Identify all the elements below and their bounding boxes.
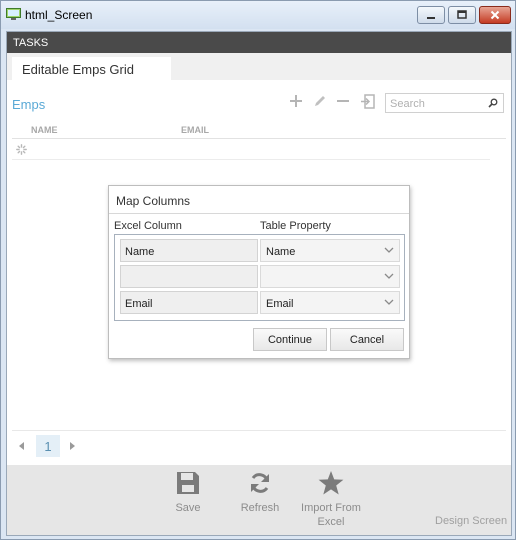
table-property-select[interactable]: Email [260, 291, 400, 314]
list-title: Emps [12, 97, 46, 112]
import-label-line1: Import From [301, 502, 361, 514]
excel-column-header: Excel Column [114, 220, 182, 232]
maximize-button[interactable] [448, 6, 476, 24]
column-header-name[interactable]: NAME [31, 125, 58, 135]
excel-column-cell: Email [120, 291, 258, 314]
next-page-icon[interactable] [69, 441, 76, 451]
tasks-label: TASKS [13, 37, 49, 49]
window-title: html_Screen [25, 8, 93, 22]
search-input[interactable] [390, 96, 480, 111]
excel-column-cell: Name [120, 239, 258, 262]
maximize-icon [457, 10, 467, 19]
app-icon [6, 8, 21, 20]
excel-column-cell [120, 265, 258, 288]
table-property-value: Email [266, 298, 294, 310]
design-screen-link[interactable]: Design Screen [435, 515, 507, 527]
cancel-button[interactable]: Cancel [330, 328, 404, 351]
save-label: Save [175, 502, 201, 514]
save-icon [177, 472, 199, 494]
import-label-line2: Excel [317, 516, 345, 528]
grid-header: NAME EMAIL [12, 125, 506, 139]
page-number-current[interactable]: 1 [36, 435, 60, 457]
tasks-bar[interactable]: TASKS [7, 32, 511, 53]
loading-row [12, 140, 490, 160]
table-property-value: Name [266, 246, 296, 258]
search-icon[interactable] [488, 98, 498, 108]
dialog-title: Map Columns [109, 186, 409, 214]
refresh-label: Refresh [240, 502, 280, 514]
pager: 1 [12, 430, 506, 462]
refresh-button[interactable]: Refresh [237, 471, 283, 514]
minimize-button[interactable] [417, 6, 445, 24]
chevron-down-icon [384, 299, 394, 305]
close-icon [490, 10, 500, 20]
page-number-label: 1 [44, 439, 52, 454]
search-box[interactable] [385, 93, 504, 113]
column-mapping-table: Name Name Email Email [114, 234, 405, 321]
edit-icon[interactable] [313, 94, 327, 108]
previous-page-icon[interactable] [18, 441, 25, 451]
table-property-header: Table Property [260, 220, 331, 232]
table-property-select[interactable] [260, 265, 400, 288]
minimize-icon [427, 17, 435, 19]
chevron-down-icon [384, 247, 394, 253]
close-button[interactable] [479, 6, 511, 24]
loading-spinner-icon [16, 144, 27, 155]
map-columns-dialog: Map Columns Excel Column Table Property … [108, 185, 410, 359]
refresh-icon [251, 473, 269, 493]
tab-strip: Editable Emps Grid [7, 53, 511, 80]
tab-editable-emps-grid[interactable]: Editable Emps Grid [12, 57, 171, 80]
save-button[interactable]: Save [167, 471, 209, 514]
column-header-email[interactable]: EMAIL [181, 125, 209, 135]
continue-button[interactable]: Continue [253, 328, 327, 351]
star-icon [318, 471, 344, 495]
command-bar: Save Refresh Import From Excel Design Sc… [7, 465, 511, 535]
tab-label: Editable Emps Grid [22, 62, 134, 77]
import-icon[interactable] [361, 94, 375, 109]
delete-icon[interactable] [337, 94, 349, 108]
import-from-excel-button[interactable]: Import From Excel [297, 471, 365, 528]
title-bar[interactable]: html_Screen [1, 1, 515, 29]
add-icon[interactable] [290, 94, 302, 108]
app-window: html_Screen TASKS Editable Emps Grid Emp… [0, 0, 516, 540]
chevron-down-icon [384, 273, 394, 279]
table-property-select[interactable]: Name [260, 239, 400, 262]
